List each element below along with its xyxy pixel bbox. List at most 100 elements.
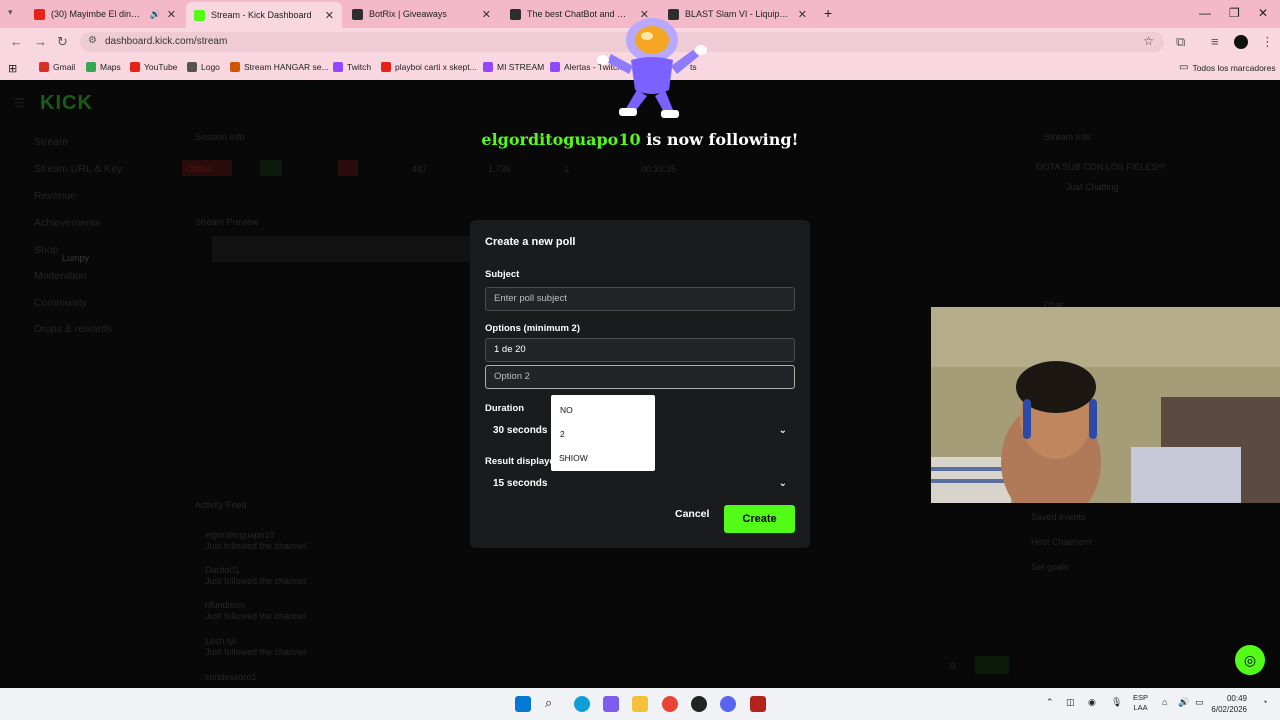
twitch-icon (483, 62, 493, 72)
tab-kick-dashboard[interactable]: Stream - Kick Dashboard ✕ (186, 2, 342, 28)
tab-youtube[interactable]: (30) Mayimbe El dinero [let 🔊 ✕ (26, 2, 184, 26)
reload-icon[interactable]: ↻ (57, 34, 68, 50)
all-bookmarks[interactable]: ▭ Todos los marcadores (1179, 62, 1276, 73)
follow-alert: elgorditoguapo10 is now following! (0, 130, 1280, 149)
poll-option-1-input[interactable]: 1 de 20 (485, 338, 795, 362)
result-value: 15 seconds (493, 478, 548, 489)
profile-avatar[interactable] (1234, 35, 1248, 49)
dota-icon[interactable] (750, 696, 766, 712)
feed-event: Just followed the channel (205, 576, 307, 586)
autocomplete-item[interactable]: SHIOW (559, 453, 588, 463)
youtube-favicon-icon (34, 8, 45, 20)
poll-subject-input[interactable]: Enter poll subject (485, 287, 795, 311)
forward-icon[interactable]: → (34, 34, 47, 49)
volume-icon[interactable]: 🔊 (1178, 697, 1189, 708)
chrome-icon[interactable] (662, 696, 678, 712)
notification-icon[interactable]: ◔ (1262, 697, 1267, 707)
create-button[interactable]: Create (724, 505, 795, 533)
chat-send-button (975, 656, 1009, 674)
input-language[interactable]: ESP LAA (1133, 693, 1148, 713)
tab-search-icon[interactable]: ▾ (8, 7, 13, 18)
bookmark-twitch[interactable]: Twitch (333, 62, 371, 72)
webcam-feed (931, 307, 1280, 503)
keyboard-layout: LAA (1133, 703, 1148, 712)
search-icon[interactable]: ⌕ (545, 695, 561, 711)
tab-title: Stream - Kick Dashboard (211, 10, 312, 20)
cancel-button[interactable]: Cancel (675, 508, 709, 520)
result-duration-select[interactable]: 15 seconds ⌄ (485, 472, 795, 496)
help-chat-button[interactable]: ◎ (1235, 645, 1265, 675)
bookmark-mi-stream[interactable]: MI STREAM (483, 62, 544, 72)
feed-name: Dardo01 (205, 565, 240, 575)
bookmark-label: Maps (100, 62, 121, 72)
sidebar-item-community: Community (34, 297, 88, 309)
tray-expand-icon[interactable]: ⌃ (1046, 697, 1054, 708)
tray-app-icon[interactable]: ◉ (1088, 697, 1096, 708)
sidebar-item-revenue: Revenue (34, 190, 77, 202)
live-indicator (260, 160, 282, 176)
battery-icon[interactable]: ▭ (1195, 697, 1204, 708)
bookmark-label: Logo (201, 62, 220, 72)
duration-label: Duration (485, 403, 525, 414)
apps-grid-icon[interactable]: ⊞ (8, 62, 17, 75)
close-tab-icon[interactable]: ✕ (798, 8, 807, 21)
poll-option-2-input[interactable]: Option 2 (485, 365, 795, 389)
tab-title: BotRix | Giveaways (369, 9, 447, 19)
feed-name: Lesh.tyl (205, 636, 237, 646)
tab-botrix-giveaways[interactable]: BotRix | Giveaways ✕ (344, 2, 499, 26)
bookmark-logo[interactable]: Logo (187, 62, 220, 72)
sidebar-item-achievements: Achievements (34, 217, 100, 229)
maximize-button[interactable]: ❐ (1229, 6, 1240, 20)
media-control-icon[interactable]: ≡ (1211, 34, 1219, 49)
extensions-icon[interactable]: ⧉ (1176, 34, 1185, 50)
bookmark-youtube[interactable]: YouTube (130, 62, 177, 72)
site-info-icon[interactable]: ⚙ (88, 35, 97, 46)
tray-app-icon[interactable]: ◫ (1066, 697, 1075, 708)
microphone-icon[interactable]: 🎙 (1111, 697, 1122, 708)
preview-bar (212, 236, 472, 262)
create-poll-modal: Create a new poll Subject Enter poll sub… (470, 220, 810, 548)
copilot-icon[interactable] (603, 696, 619, 712)
follower-name: elgorditoguapo10 (481, 130, 641, 149)
steam-icon[interactable] (691, 696, 707, 712)
autocomplete-item[interactable]: 2 (560, 429, 565, 439)
close-tab-icon[interactable]: ✕ (167, 8, 176, 21)
stream-title: DOTA SUB CON LOS FIELES!!! (1036, 162, 1165, 172)
feed-name: rifundrosu (205, 600, 246, 610)
kick-logo: KICK (40, 92, 93, 114)
edge-icon[interactable] (574, 696, 590, 712)
bookmark-label: Twitch (347, 62, 372, 72)
bookmark-star-icon[interactable]: ☆ (1143, 34, 1154, 48)
bookmark-maps[interactable]: Maps (86, 62, 121, 72)
stat-value: 1,736 (488, 164, 511, 174)
discord-icon[interactable] (720, 696, 736, 712)
autocomplete-item[interactable]: NO (560, 405, 573, 415)
close-window-button[interactable]: ✕ (1258, 6, 1268, 20)
close-tab-icon[interactable]: ✕ (482, 8, 491, 21)
stat-value: 1 (564, 164, 570, 174)
network-icon[interactable]: ⌂ (1162, 697, 1167, 707)
menu-item: Set goals (1031, 562, 1069, 572)
language-code: ESP (1133, 693, 1149, 702)
back-icon[interactable]: ← (10, 34, 23, 49)
new-tab-button[interactable]: + (824, 5, 832, 21)
audio-playing-icon[interactable]: 🔊 (150, 9, 161, 20)
windows-start-icon[interactable] (515, 696, 531, 712)
bookmark-gmail[interactable]: Gmail (39, 62, 75, 72)
minimize-button[interactable]: — (1199, 6, 1211, 20)
close-tab-icon[interactable]: ✕ (325, 9, 334, 22)
sidebar-item-drops: Drops & rewards (34, 323, 113, 335)
browser-menu-icon[interactable]: ⋮ (1261, 34, 1274, 50)
sidebar-item-shop: Shop (34, 244, 59, 256)
duration-value: 30 seconds (493, 425, 548, 436)
clock[interactable]: 00:49 6/02/2026 (1211, 693, 1247, 715)
bookmark-label: Gmail (53, 62, 76, 72)
clock-date: 6/02/2026 (1211, 705, 1247, 714)
hamburger-menu-icon: ☰ (14, 96, 25, 110)
stat-value: 00:33:35 (641, 164, 677, 174)
bookmark-playboi[interactable]: playboi carti x skept... (381, 62, 477, 72)
bookmark-label: YouTube (144, 62, 178, 72)
file-explorer-icon[interactable] (632, 696, 648, 712)
bookmark-stream-hangar[interactable]: Stream HANGAR se... (230, 62, 329, 72)
chevron-down-icon: ⌄ (778, 425, 787, 436)
